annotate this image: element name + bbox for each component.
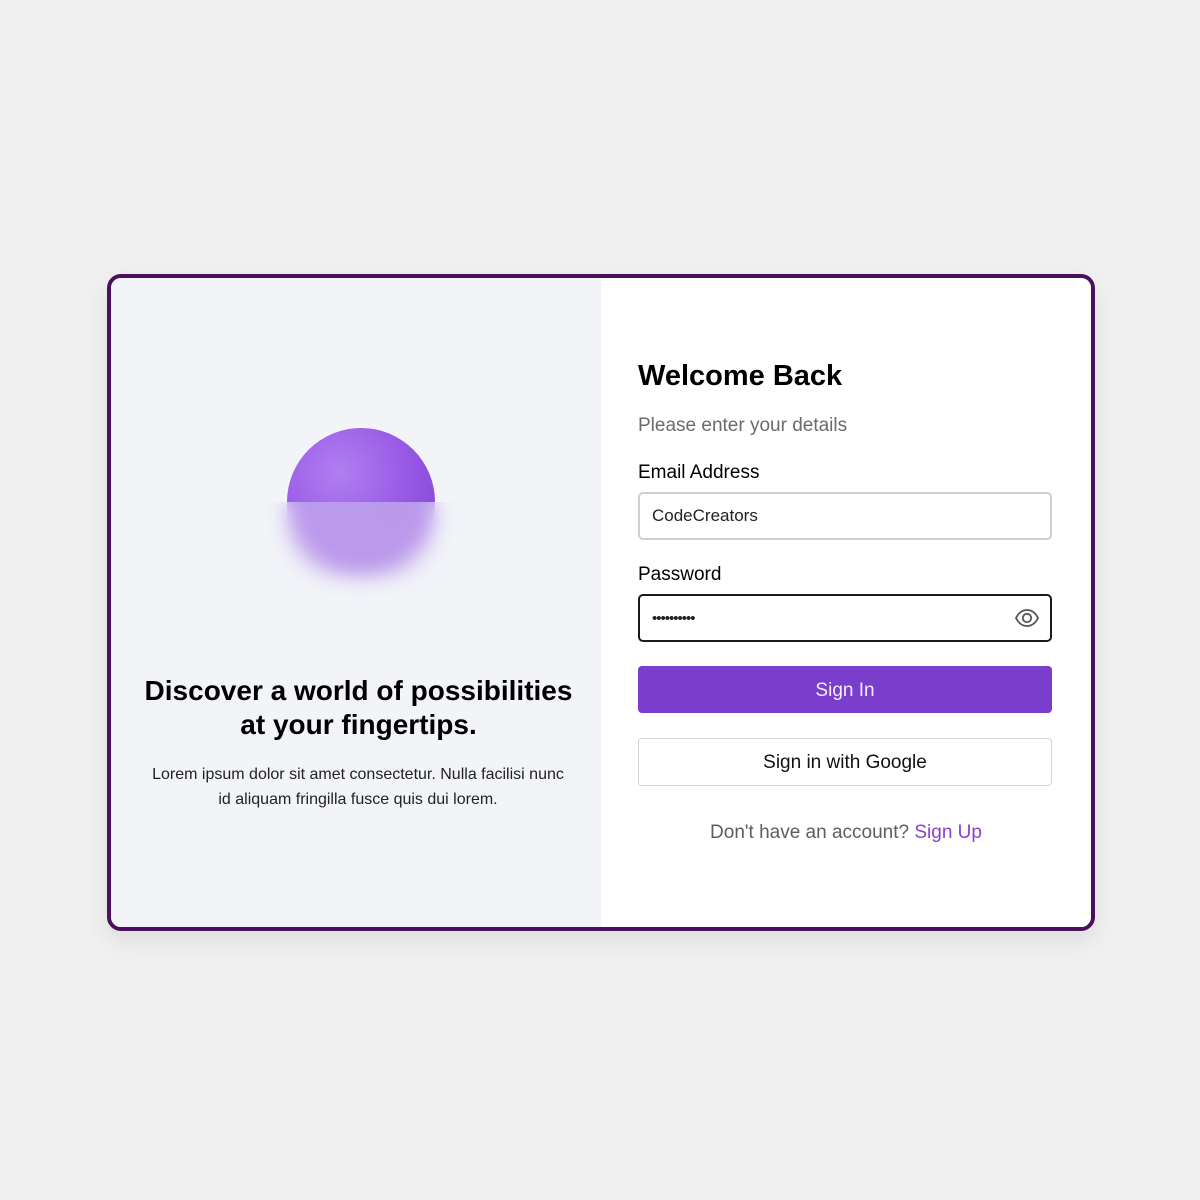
- signup-prompt: Don't have an account? Sign Up: [601, 822, 1091, 844]
- form-subtitle: Please enter your details: [638, 415, 848, 436]
- hero-title: Discover a world of possibilities at you…: [144, 675, 573, 740]
- password-field[interactable]: [638, 594, 1052, 642]
- signup-prompt-text: Don't have an account?: [710, 822, 910, 843]
- eye-icon[interactable]: [1014, 606, 1040, 630]
- password-label: Password: [638, 564, 722, 585]
- google-sign-in-button[interactable]: Sign in with Google: [638, 738, 1052, 786]
- sign-in-button[interactable]: Sign In: [638, 666, 1052, 713]
- form-title: Welcome Back: [638, 360, 843, 392]
- hero-description: Lorem ipsum dolor sit amet consectetur. …: [152, 766, 564, 808]
- email-input[interactable]: [652, 494, 992, 538]
- email-field[interactable]: [638, 492, 1052, 540]
- login-card: Discover a world of possibilities at you…: [107, 274, 1095, 931]
- password-input[interactable]: [652, 596, 992, 640]
- sign-up-link[interactable]: Sign Up: [914, 822, 982, 843]
- frosted-glass-overlay: [261, 502, 457, 622]
- orb-illustration: [261, 426, 457, 622]
- login-form-panel: Welcome Back Please enter your details E…: [601, 278, 1091, 927]
- email-label: Email Address: [638, 462, 760, 483]
- hero-panel: Discover a world of possibilities at you…: [111, 278, 601, 927]
